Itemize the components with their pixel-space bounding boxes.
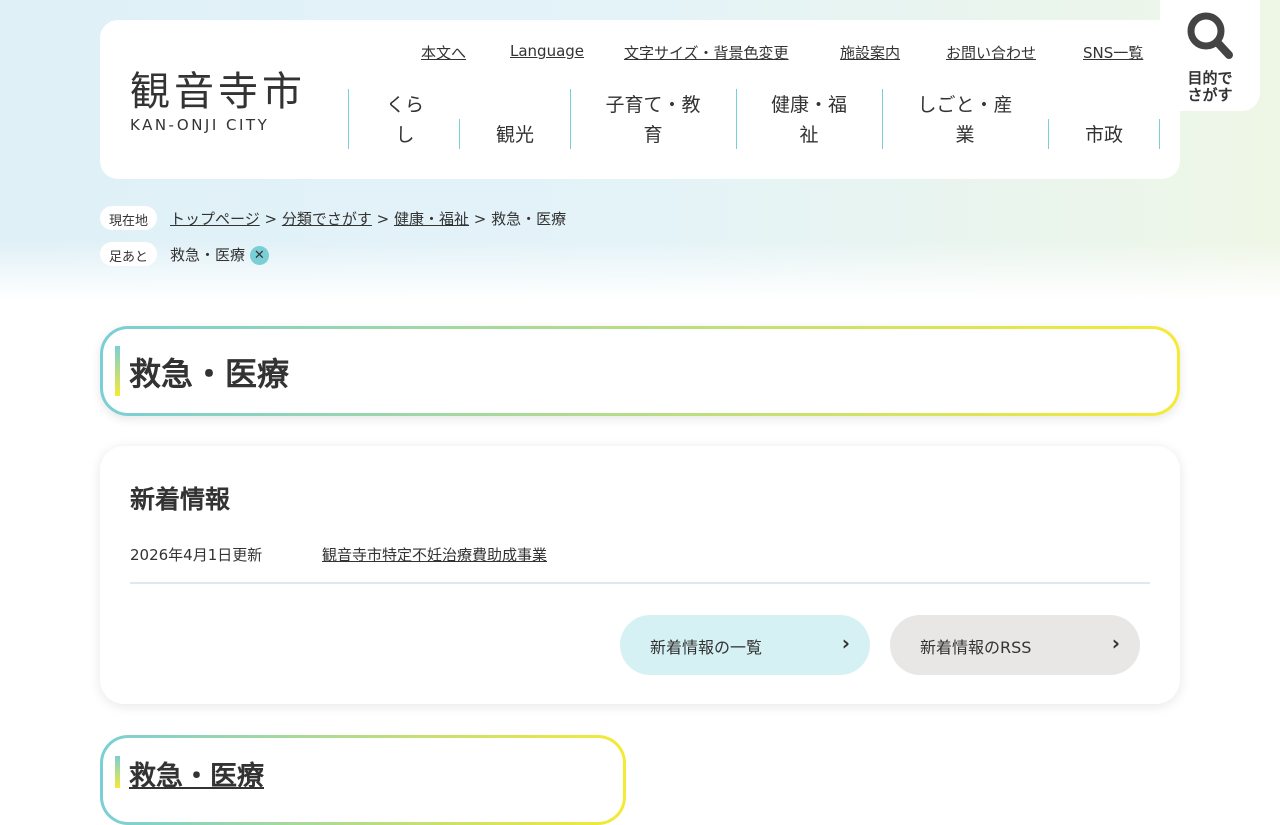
breadcrumb: トップページ > 分類でさがす > 健康・福祉 > 救急・医療 [170,208,566,229]
search-label: 目的で [1187,69,1233,87]
nav-divider [459,119,460,149]
breadcrumb-health[interactable]: 健康・福祉 [394,210,469,228]
nav-divider [736,89,737,149]
search-label: さがす [1187,86,1233,104]
nav-living[interactable]: くらし [360,90,450,150]
separator: > [376,210,390,228]
nav-health[interactable]: 健康・福祉 [746,90,872,150]
button-label: 新着情報の一覧 [650,638,763,657]
logo-text: 観音寺市 [130,69,306,115]
chevron-right-icon: › [841,631,850,655]
section-title-box: 救急・医療 [100,735,626,825]
nav-divider [882,89,883,149]
breadcrumb-current: 救急・医療 [491,210,567,228]
nav-childcare[interactable]: 子育て・教育 [580,90,726,150]
nav-divider [1159,119,1160,149]
separator: > [264,210,278,228]
search-icon [1187,12,1233,59]
facility-link[interactable]: 施設案内 [840,42,900,63]
nav-label: 業 [955,124,975,146]
contact-link[interactable]: お問い合わせ [946,42,1036,63]
nav-work[interactable]: しごと・産業 [892,90,1038,150]
nav-divider [570,89,571,149]
nav-tourism[interactable]: 観光 [470,120,560,150]
nav-label: 祉 [799,124,819,146]
nav-divider [348,89,349,149]
news-heading: 新着情報 [130,485,231,514]
logo-subtext: KAN-ONJI CITY [130,116,270,134]
page-title-box: 救急・医療 [100,326,1180,416]
footprint-item[interactable]: 救急・医療 [170,246,245,264]
button-label: 新着情報のRSS [920,638,1032,657]
news-card: 新着情報 2026年4月1日更新 観音寺市特定不妊治療費助成事業 新着情報の一覧… [100,446,1180,704]
skip-to-content-link[interactable]: 本文へ [421,42,466,63]
separator: > [473,210,487,228]
breadcrumb-category[interactable]: 分類でさがす [282,210,372,228]
font-size-link[interactable]: 文字サイズ・背景色変更 [624,42,789,63]
title-accent-bar [115,346,120,396]
purpose-search-button[interactable]: 目的で さがす [1160,0,1260,111]
nav-label: 観光 [495,124,534,146]
footprint-label: 足あと [100,242,158,266]
chevron-right-icon: › [1111,631,1120,655]
language-link[interactable]: Language [510,42,584,60]
site-logo[interactable]: 観音寺市 KAN-ONJI CITY [130,70,306,134]
nav-label: くら [385,94,424,116]
nav-label: 市政 [1084,124,1123,146]
nav-label: 子育て・教 [605,94,701,116]
nav-label: 健康・福 [770,94,847,116]
nav-divider [1048,119,1049,149]
section-title-link[interactable]: 救急・医療 [129,754,264,793]
divider [130,582,1150,584]
nav-label: 育 [643,124,663,146]
breadcrumb-label: 現在地 [100,206,158,230]
news-date: 2026年4月1日更新 [130,546,263,564]
breadcrumb-top[interactable]: トップページ [170,210,260,228]
close-icon[interactable]: ✕ [249,246,269,265]
news-link[interactable]: 観音寺市特定不妊治療費助成事業 [322,544,547,565]
news-list-button[interactable]: 新着情報の一覧 › [620,615,870,675]
header: 観音寺市 KAN-ONJI CITY 本文へ Language 文字サイズ・背景… [100,20,1180,179]
title-accent-bar [115,756,120,788]
footprint: 救急・医療 ✕ [170,244,269,265]
nav-label: し [395,124,415,146]
nav-government[interactable]: 市政 [1059,120,1149,150]
news-rss-button[interactable]: 新着情報のRSS › [890,615,1140,675]
sns-link[interactable]: SNS一覧 [1083,42,1143,63]
nav-label: しごと・産 [917,94,1013,116]
page-title: 救急・医療 [129,355,290,393]
